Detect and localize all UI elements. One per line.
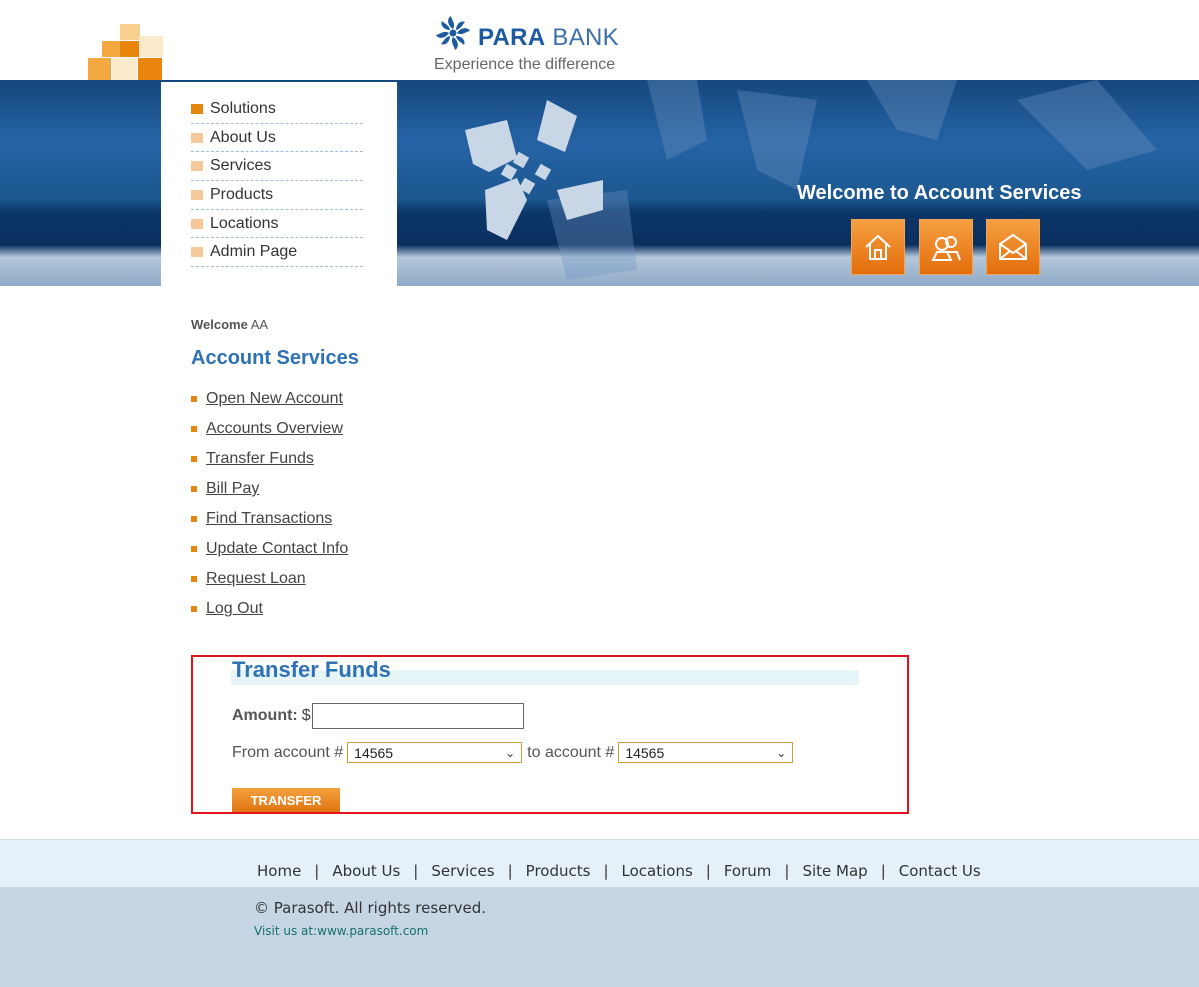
account-row: From account # 14565 ⌄ to account # 1456… [232, 742, 798, 763]
transfer-button[interactable]: TRANSFER [232, 788, 340, 812]
menu-bullet [191, 426, 197, 432]
banner-welcome-text: Welcome to Account Services [797, 182, 1082, 204]
footer-link-about-us[interactable]: About Us [332, 862, 400, 880]
top-nav: Solutions About Us Services Products Loc… [191, 95, 363, 268]
find-transactions-link[interactable]: Find Transactions [206, 510, 332, 528]
menu-bullet [191, 516, 197, 522]
copyright-text: © Parasoft. All rights reserved. [254, 899, 486, 917]
corner-logo-blocks [88, 24, 163, 82]
menu-bullet [191, 546, 197, 552]
transfer-funds-heading: Transfer Funds [232, 657, 391, 682]
nav-item-about-us[interactable]: About Us [191, 124, 363, 153]
footer-link-products[interactable]: Products [526, 862, 591, 880]
site-header: PARA BANK Experience the difference [0, 0, 1199, 82]
to-account-value: 14565 [625, 744, 665, 761]
to-account-select[interactable]: 14565 ⌄ [618, 742, 794, 763]
update-contact-info-link[interactable]: Update Contact Info [206, 540, 348, 558]
menu-bullet [191, 486, 197, 492]
home-icon [865, 234, 891, 260]
menu-bullet [191, 396, 197, 402]
menu-item-update-contact-info: Update Contact Info [191, 534, 348, 564]
amount-row: Amount: $ [232, 703, 524, 729]
accounts-overview-link[interactable]: Accounts Overview [206, 420, 343, 438]
nav-item-locations[interactable]: Locations [191, 210, 363, 239]
transfer-funds-panel: Transfer Funds Amount: $ From account # … [191, 655, 909, 814]
chevron-down-icon: ⌄ [505, 745, 516, 760]
footer-links: Home | About Us | Services | Products | … [257, 862, 981, 880]
nav-bullet [191, 247, 203, 258]
contact-mail-icon [999, 233, 1027, 260]
visit-parasoft-link[interactable]: Visit us at:www.parasoft.com [254, 924, 428, 938]
from-account-select[interactable]: 14565 ⌄ [347, 742, 523, 763]
footer-link-locations[interactable]: Locations [622, 862, 693, 880]
transfer-funds-link[interactable]: Transfer Funds [206, 450, 314, 468]
log-out-link[interactable]: Log Out [206, 600, 263, 618]
menu-bullet [191, 606, 197, 612]
nav-bullet [191, 218, 203, 229]
account-services-menu: Open New Account Accounts Overview Trans… [191, 384, 348, 624]
footer-nav: Home | About Us | Services | Products | … [0, 839, 1199, 887]
footer-bottom: © Parasoft. All rights reserved. Visit u… [0, 887, 1199, 987]
amount-label: Amount: [232, 707, 298, 724]
user-name: AA [250, 317, 269, 332]
menu-bullet [191, 576, 197, 582]
amount-input[interactable] [311, 703, 524, 729]
about-icon [931, 236, 961, 261]
menu-item-log-out: Log Out [191, 594, 348, 624]
menu-item-bill-pay: Bill Pay [191, 474, 348, 504]
about-banner-button[interactable] [919, 219, 973, 275]
footer-link-forum[interactable]: Forum [724, 862, 772, 880]
footer-link-services[interactable]: Services [431, 862, 494, 880]
footer-separator: | [603, 862, 609, 880]
menu-bullet [191, 456, 197, 462]
footer-link-contact-us[interactable]: Contact Us [899, 862, 981, 880]
footer-separator: | [413, 862, 419, 880]
account-services-title: Account Services [191, 347, 359, 369]
top-nav-panel: Solutions About Us Services Products Loc… [161, 82, 397, 302]
footer-separator: | [507, 862, 513, 880]
footer-separator: | [314, 862, 320, 880]
footer-link-site-map[interactable]: Site Map [802, 862, 867, 880]
footer-separator: | [880, 862, 886, 880]
footer-separator: | [705, 862, 711, 880]
bill-pay-link[interactable]: Bill Pay [206, 480, 259, 498]
nav-item-products[interactable]: Products [191, 181, 363, 210]
nav-item-solutions[interactable]: Solutions [191, 95, 363, 124]
menu-item-transfer-funds: Transfer Funds [191, 444, 348, 474]
footer-separator: | [784, 862, 790, 880]
nav-bullet [191, 189, 203, 200]
nav-item-services[interactable]: Services [191, 152, 363, 182]
brand-tagline: Experience the difference [434, 56, 616, 73]
menu-item-open-new-account: Open New Account [191, 384, 348, 414]
to-account-label: to account # [527, 743, 615, 761]
chevron-down-icon: ⌄ [776, 745, 787, 760]
menu-item-accounts-overview: Accounts Overview [191, 414, 348, 444]
footer-link-home[interactable]: Home [257, 862, 301, 880]
user-welcome: Welcome AA [191, 317, 269, 332]
from-account-label: From account # [232, 743, 344, 761]
nav-item-admin-page[interactable]: Admin Page [191, 238, 363, 268]
menu-item-find-transactions: Find Transactions [191, 504, 348, 534]
request-loan-link[interactable]: Request Loan [206, 570, 306, 588]
currency-symbol: $ [301, 707, 311, 724]
nav-bullet [191, 161, 203, 172]
nav-bullet [191, 103, 203, 114]
open-new-account-link[interactable]: Open New Account [206, 390, 343, 408]
brand-name: PARA BANK [478, 24, 619, 51]
contact-banner-button[interactable] [986, 219, 1040, 275]
from-account-value: 14565 [354, 744, 394, 761]
parabank-pinwheel-icon [436, 16, 470, 50]
nav-bullet [191, 132, 203, 143]
home-banner-button[interactable] [851, 219, 905, 275]
menu-item-request-loan: Request Loan [191, 564, 348, 594]
